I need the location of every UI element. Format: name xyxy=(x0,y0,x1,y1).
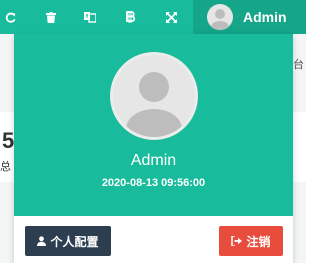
user-header: Admin 2020-08-13 09:56:00 xyxy=(14,34,293,216)
top-navbar: Admin xyxy=(0,0,306,34)
username-label: Admin xyxy=(243,9,287,25)
trash-icon[interactable] xyxy=(42,0,60,34)
user-fullname: Admin xyxy=(130,152,177,169)
user-avatar xyxy=(110,52,198,140)
stat-number: 5 xyxy=(2,128,15,153)
fullscreen-icon[interactable] xyxy=(162,0,180,34)
stat-label: 总 xyxy=(0,161,11,173)
translate-icon[interactable] xyxy=(81,0,99,34)
background-text: 台 xyxy=(293,59,304,71)
avatar xyxy=(207,4,233,30)
bitcoin-icon[interactable] xyxy=(121,0,139,34)
logout-button[interactable]: 注销 xyxy=(219,226,283,256)
user-dropdown-menu: Admin 2020-08-13 09:56:00 个人配置 注销 xyxy=(14,34,293,263)
user-icon xyxy=(37,236,47,246)
profile-button[interactable]: 个人配置 xyxy=(25,226,111,256)
user-menu-toggle[interactable]: Admin xyxy=(193,0,306,34)
profile-button-label: 个人配置 xyxy=(50,234,99,249)
logout-button-label: 注销 xyxy=(246,234,271,249)
login-time: 2020-08-13 09:56:00 xyxy=(101,177,206,189)
sign-out-icon xyxy=(231,236,243,246)
refresh-icon[interactable] xyxy=(0,0,20,34)
